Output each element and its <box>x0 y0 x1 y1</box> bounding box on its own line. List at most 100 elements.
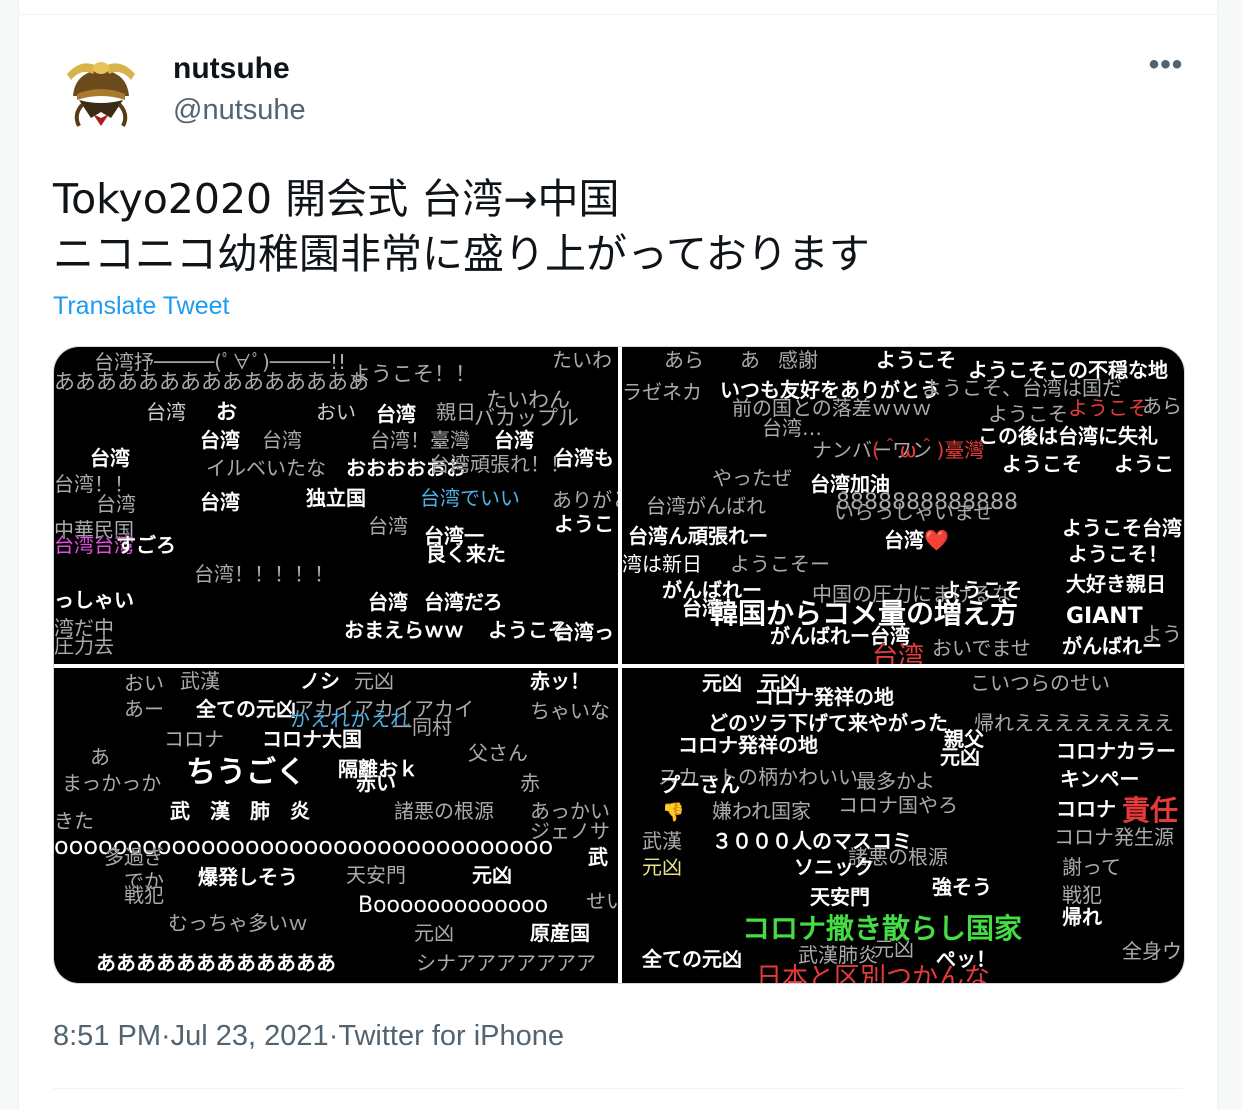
danmaku-comment: ソニック <box>794 855 874 879</box>
danmaku-comment: 元凶 <box>642 855 682 879</box>
danmaku-comment: 台湾 <box>368 514 408 538</box>
danmaku-comment: 台湾頑張れ！！ <box>430 452 570 476</box>
danmaku-comment: きた <box>54 809 94 833</box>
danmaku-comment: バカップル <box>474 406 579 430</box>
danmaku-comment: ようこそ <box>876 348 956 372</box>
danmaku-comment: 全ての元凶 <box>195 697 296 721</box>
media-panel[interactable]: おい 武漢 ノシ 元凶 赤ッ！あー 全ての元凶アカイアカイアカイ ちゃいなかえれかえれ一同村… <box>54 668 680 984</box>
danmaku-comment: あ <box>90 745 110 769</box>
danmaku-comment: 台湾 <box>368 590 408 614</box>
danmaku-comment: 元凶 <box>874 937 914 961</box>
danmaku-comment: 嫌われ国家 <box>712 799 811 823</box>
danmaku-comment: すごろ <box>116 533 176 557</box>
meta-separator: · <box>161 1020 171 1052</box>
danmaku-comment: 感謝 <box>778 348 818 372</box>
tweet-media-grid[interactable]: 台湾抒─────(ﾟ∀ﾟ)─────!! たいわ あああああああああああああああ よう… <box>53 346 1185 984</box>
danmaku-comment: あ <box>740 348 760 372</box>
danmaku-comment: 戦犯 <box>1062 883 1102 907</box>
display-name[interactable]: nutsuhe <box>173 52 290 86</box>
danmaku-comment: ようこそ <box>1002 452 1082 476</box>
danmaku-comment: 全身ウ <box>1122 939 1182 963</box>
danmaku-comment: 天安門 <box>810 885 870 909</box>
media-panel[interactable]: 元凶 元凶コロナ発祥の地こいつらのせいどのツラ下げて来やがった 帰れええええええええ… <box>622 668 1185 984</box>
danmaku-comment: 親日 <box>436 400 476 424</box>
danmaku-comment: 台湾がんばれ <box>646 494 766 518</box>
danmaku-comment: 台湾ん頑張れー <box>628 524 768 548</box>
danmaku-comment: 台湾 <box>90 446 130 470</box>
danmaku-comment: おまえらｗｗ <box>344 618 464 642</box>
danmaku-comment: おいでませ <box>932 636 1031 660</box>
danmaku-comment: コロナ <box>1056 797 1116 821</box>
danmaku-comment: 元凶 <box>354 669 394 693</box>
danmaku-comment: 赤ッ！ <box>530 669 590 693</box>
danmaku-comment: ラゼネカ <box>622 380 702 404</box>
danmaku-comment: あら <box>664 348 704 372</box>
tweet-date[interactable]: Jul 23, 2021 <box>171 1020 329 1053</box>
danmaku-comment: 帰れええええええええ <box>974 711 1174 735</box>
danmaku-comment: 圧力去 <box>54 634 114 658</box>
danmaku-comment: コロナ <box>164 727 224 751</box>
danmaku-comment: あああああああああああああああ <box>54 370 369 394</box>
danmaku-comment: ノシ <box>300 669 340 693</box>
danmaku-comment: コロナ発生源 <box>1054 825 1174 849</box>
danmaku-comment: イルベいたな <box>206 456 326 480</box>
media-grid-svg: 台湾抒─────(ﾟ∀ﾟ)─────!! たいわあああああああああああああああよう… <box>54 347 1185 984</box>
translate-tweet-link[interactable]: Translate Tweet <box>53 292 229 321</box>
danmaku-comment: 元凶 <box>940 745 980 769</box>
danmaku-comment: 台湾っ <box>554 620 614 644</box>
more-options-icon[interactable]: ••• <box>1145 50 1187 86</box>
danmaku-comment: 大好き親日 <box>1066 572 1166 596</box>
danmaku-comment: 諸悪の根源 <box>394 799 494 823</box>
danmaku-comment: 台湾 <box>96 492 136 516</box>
danmaku-comment: 台湾も <box>554 446 614 470</box>
danmaku-comment: 全ての元凶 <box>641 947 742 971</box>
danmaku-comment: 台湾！臺灣 <box>370 428 470 452</box>
danmaku-comment: ようこそ <box>1068 396 1148 420</box>
danmaku-comment: ようこ <box>1114 452 1174 476</box>
danmaku-comment: あら <box>1142 394 1182 418</box>
danmaku-comment: 台湾でいい <box>420 486 520 510</box>
danmaku-comment: 父さん <box>468 741 528 765</box>
avatar[interactable] <box>53 44 149 140</box>
danmaku-comment: 台湾だろ <box>424 590 503 614</box>
danmaku-comment: 元凶 <box>702 671 742 695</box>
danmaku-comment: ようこ <box>554 512 614 536</box>
tweet-metadata: 8:51 PM · Jul 23, 2021 · Twitter for iPh… <box>53 1020 564 1053</box>
danmaku-comment: この後は台湾に失礼 <box>978 424 1158 448</box>
danmaku-comment: ああああああああああああ <box>96 951 336 975</box>
tweet-source-link[interactable]: Twitter for iPhone <box>338 1020 564 1053</box>
kabuto-helmet-avatar-image <box>53 44 149 140</box>
danmaku-comment: 赤 <box>520 771 540 795</box>
danmaku-comment: 台湾 <box>146 400 186 424</box>
danmaku-comment: 独立国 <box>306 486 366 510</box>
tweet-text-line: ニコニコ幼稚園非常に盛り上がっております <box>53 230 870 278</box>
danmaku-comment: 台湾 <box>200 428 240 452</box>
danmaku-comment: 台湾… <box>762 416 822 440</box>
danmaku-comment: 台湾❤️ <box>884 528 949 552</box>
danmaku-comment: ようこ <box>1142 622 1185 646</box>
danmaku-comment: おい <box>316 400 356 424</box>
danmaku-comment: プーさん <box>660 773 740 797</box>
danmaku-comment: ちゃいな <box>530 699 610 723</box>
media-panel[interactable]: あらあ感謝 ようこそ ようこそこの不穏な地ラゼネカ いつも友好をありがとうようこそ、台… <box>622 347 1185 672</box>
danmaku-comment: 台湾！！！！！ <box>194 562 334 586</box>
danmaku-comment: コロナ国やろ <box>838 793 958 817</box>
divider <box>19 14 1217 15</box>
danmaku-comment: コロナカラー <box>1056 739 1176 763</box>
danmaku-comment: Booooooooooooo <box>358 893 548 918</box>
danmaku-comment: 戦犯 <box>124 883 164 907</box>
danmaku-comment: 一同村 <box>392 715 452 739</box>
danmaku-comment: ようこそ <box>988 402 1068 426</box>
tweet-card: nutsuhe @nutsuhe ••• Tokyo2020 開会式 台湾→中国… <box>18 0 1218 1110</box>
danmaku-comment: GIANT <box>1066 604 1143 629</box>
danmaku-comment: コロナ発祥の地 <box>754 685 894 709</box>
danmaku-comment: ちうごく <box>186 755 306 790</box>
danmaku-comment: 爆発しそう <box>198 865 298 889</box>
danmaku-comment: コロナ発祥の地 <box>678 733 818 757</box>
user-handle[interactable]: @nutsuhe <box>173 94 306 127</box>
danmaku-comment: 武 漢 肺 炎 <box>170 799 310 823</box>
media-panel[interactable]: 台湾抒─────(ﾟ∀ﾟ)─────!! たいわあああああああああああああああよう… <box>54 347 652 664</box>
danmaku-comment: 天安門 <box>346 863 406 887</box>
danmaku-comment: お <box>216 400 237 424</box>
tweet-time[interactable]: 8:51 PM <box>53 1020 161 1053</box>
